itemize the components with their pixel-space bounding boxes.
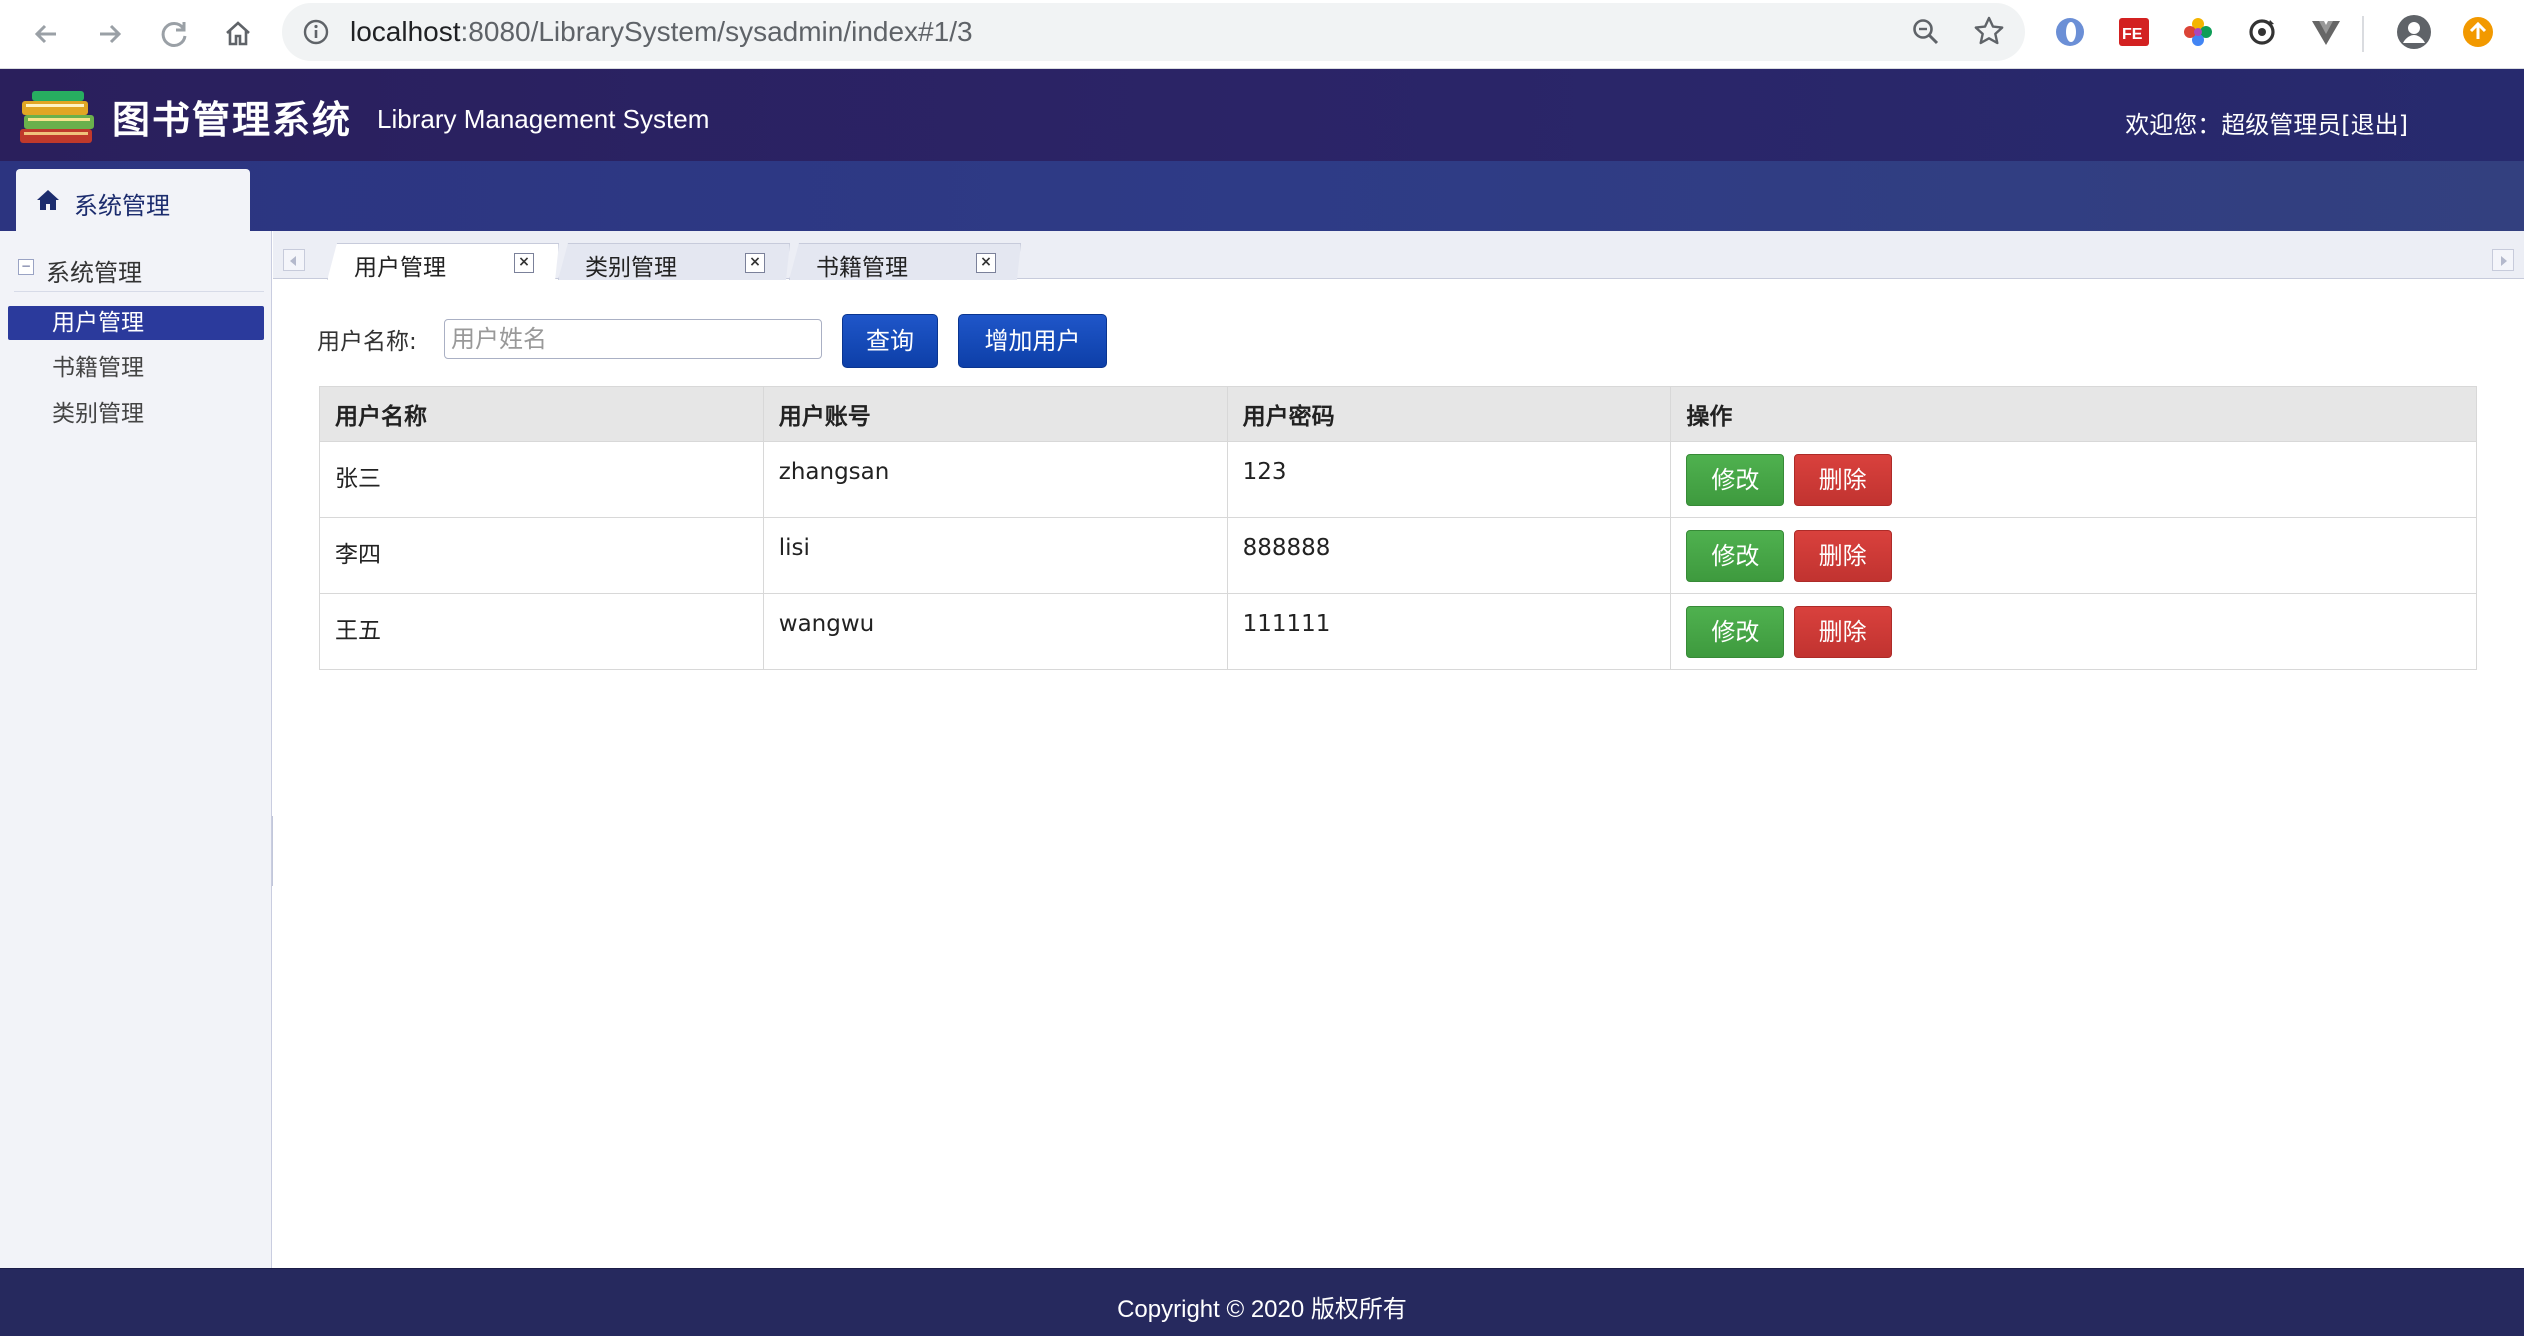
url-path: :8080/LibrarySystem/sysadmin/index#1/3: [460, 16, 973, 47]
info-icon[interactable]: [302, 18, 330, 50]
address-bar[interactable]: localhost:8080/LibrarySystem/sysadmin/in…: [282, 3, 2025, 61]
tab-label: 类别管理: [585, 255, 677, 281]
sidebar-section-header[interactable]: − 系统管理: [14, 251, 266, 291]
divider: [14, 291, 264, 292]
current-user-name: 超级管理员: [2221, 111, 2342, 139]
extension-color-wheel-icon[interactable]: [2180, 14, 2216, 50]
edit-button[interactable]: 修改: [1686, 606, 1785, 658]
tab-label: 用户管理: [354, 255, 446, 281]
footer: Copyright © 2020 版权所有: [0, 1268, 2524, 1336]
column-header-username: 用户名称: [319, 386, 764, 442]
sidebar-section-title: 系统管理: [46, 259, 142, 287]
zoom-icon[interactable]: [1911, 17, 1941, 51]
back-icon[interactable]: [24, 12, 68, 56]
app-subtitle: Library Management System: [377, 104, 710, 134]
tab-label: 书籍管理: [816, 255, 908, 281]
extension-vue-icon[interactable]: [2308, 14, 2344, 50]
sidebar-item-user-management[interactable]: 用户管理: [8, 306, 264, 340]
tabs-strip: 用户管理 × 类别管理 × 书籍管理 ×: [273, 231, 2524, 279]
top-menu-bar: 系统管理: [0, 161, 2524, 231]
table-row: 王五 wangwu 111111 修改 删除: [319, 593, 2477, 670]
username-search-label: 用户名称:: [317, 329, 417, 355]
menu-tab-label: 系统管理: [74, 192, 170, 220]
tab-category-management[interactable]: 类别管理 ×: [558, 243, 790, 280]
forward-icon[interactable]: [88, 12, 132, 56]
cell-username: 王五: [319, 593, 764, 670]
cell-actions: 修改 删除: [1670, 441, 2477, 518]
cell-actions: 修改 删除: [1670, 593, 2477, 670]
close-icon[interactable]: ×: [745, 253, 765, 273]
delete-button[interactable]: 删除: [1793, 606, 1892, 658]
cell-account: wangwu: [762, 593, 1228, 670]
cell-account: lisi: [762, 517, 1228, 594]
toolbar-divider: [2362, 16, 2364, 52]
cell-actions: 修改 删除: [1670, 517, 2477, 594]
url-host: localhost: [350, 16, 461, 47]
user-table: 用户名称 用户账号 用户密码 操作 张三 zhangsan 123 修改 删除 …: [319, 386, 2477, 670]
welcome-prefix: 欢迎您：: [2125, 111, 2222, 139]
update-icon[interactable]: [2460, 14, 2496, 50]
column-header-password: 用户密码: [1226, 386, 1672, 442]
main-content: 用户名称: 查询 增加用户 用户名称 用户账号 用户密码 操作 张三 zhang…: [273, 280, 2524, 1268]
add-user-button[interactable]: 增加用户: [958, 314, 1107, 368]
bookmark-star-icon[interactable]: [1973, 15, 2005, 51]
tab-scroll-left-icon[interactable]: [283, 249, 305, 271]
tab-book-management[interactable]: 书籍管理 ×: [789, 243, 1021, 280]
url-text[interactable]: localhost:8080/LibrarySystem/sysadmin/in…: [350, 16, 973, 48]
tab-user-management[interactable]: 用户管理 ×: [327, 243, 559, 281]
profile-avatar-icon[interactable]: [2396, 14, 2432, 50]
browser-toolbar: localhost:8080/LibrarySystem/sysadmin/in…: [0, 0, 2524, 69]
table-header-row: 用户名称 用户账号 用户密码 操作: [319, 386, 2477, 442]
app-title: 图书管理系统: [112, 98, 353, 142]
extension-sync-icon[interactable]: [2244, 14, 2280, 50]
menu-tab-system[interactable]: 系统管理: [16, 169, 250, 231]
username-search-input[interactable]: [444, 319, 822, 359]
cell-password: 111111: [1226, 593, 1672, 670]
extension-fe-icon[interactable]: FE: [2116, 14, 2152, 50]
logout-link[interactable]: [退出]: [2341, 111, 2408, 139]
search-button[interactable]: 查询: [842, 314, 938, 368]
sidebar: − 系统管理 用户管理 书籍管理 类别管理: [0, 231, 272, 1268]
table-row: 李四 lisi 888888 修改 删除: [319, 517, 2477, 594]
edit-button[interactable]: 修改: [1686, 530, 1785, 582]
cell-account: zhangsan: [762, 441, 1228, 518]
sidebar-item-category-management[interactable]: 类别管理: [8, 397, 264, 431]
cell-password: 123: [1226, 441, 1672, 518]
column-header-actions: 操作: [1670, 386, 2477, 442]
cell-username: 李四: [319, 517, 764, 594]
cell-password: 888888: [1226, 517, 1672, 594]
books-logo-icon: [18, 89, 96, 147]
edit-button[interactable]: 修改: [1686, 454, 1785, 506]
cell-username: 张三: [319, 441, 764, 518]
copyright-text: Copyright © 2020 版权所有: [1117, 1296, 1407, 1323]
close-icon[interactable]: ×: [514, 253, 534, 273]
tab-scroll-right-icon[interactable]: [2492, 249, 2514, 271]
welcome-area: 欢迎您：超级管理员[退出]: [2125, 105, 2408, 140]
reload-icon[interactable]: [152, 12, 196, 56]
house-icon: [36, 189, 60, 215]
table-row: 张三 zhangsan 123 修改 删除: [319, 441, 2477, 518]
app-header: 图书管理系统 Library Management System 欢迎您：超级管…: [0, 69, 2524, 161]
sidebar-item-book-management[interactable]: 书籍管理: [8, 351, 264, 385]
delete-button[interactable]: 删除: [1793, 530, 1892, 582]
collapse-icon[interactable]: −: [18, 259, 34, 275]
home-icon[interactable]: [216, 12, 260, 56]
svg-text:FE: FE: [2122, 26, 2143, 43]
column-header-account: 用户账号: [762, 386, 1228, 442]
delete-button[interactable]: 删除: [1793, 454, 1892, 506]
close-icon[interactable]: ×: [976, 253, 996, 273]
extension-opera-icon[interactable]: [2052, 14, 2088, 50]
